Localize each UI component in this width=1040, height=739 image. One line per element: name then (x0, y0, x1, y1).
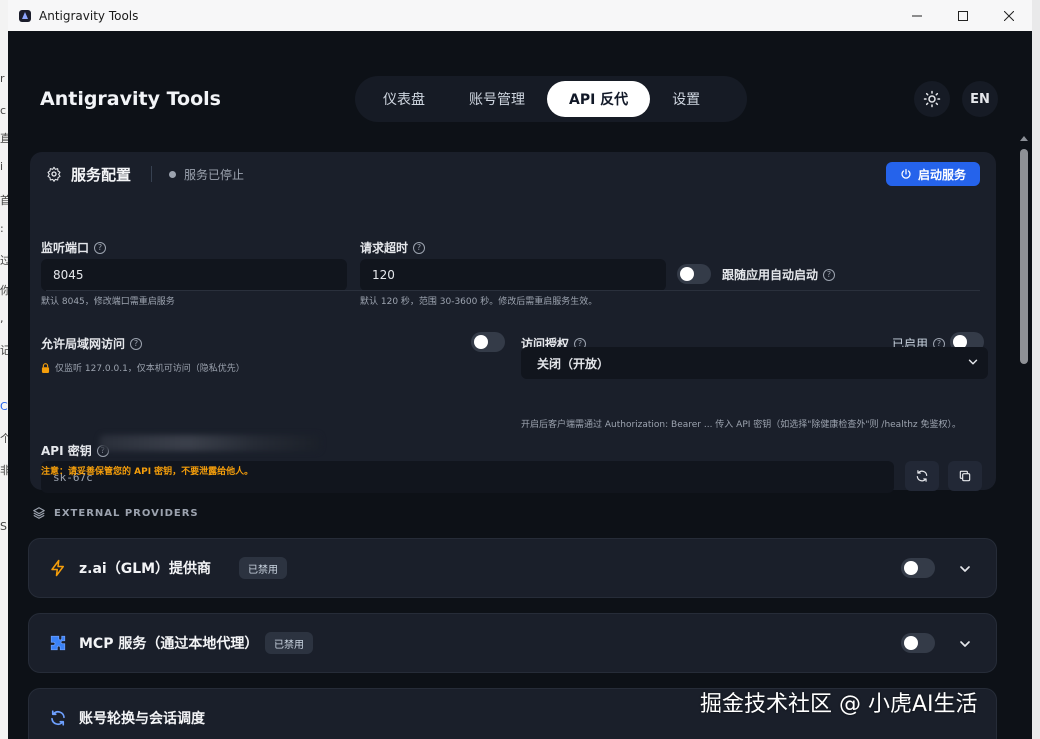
refresh-icon (51, 710, 65, 726)
service-status: 服务已停止 (184, 168, 245, 182)
port-label-text: 监听端口 (41, 241, 90, 255)
port-hint: 默认 8045，修改端口需重启服务 (41, 297, 175, 307)
provider-title: 账号轮换与会话调度 (79, 711, 205, 727)
close-button[interactable] (986, 0, 1032, 31)
app-root: Antigravity Tools 仪表盘 账号管理 API 反代 设置 EN … (8, 31, 1032, 739)
provider-title: MCP 服务（通过本地代理） (79, 636, 259, 652)
status-badge: 已禁用 (239, 557, 287, 579)
providers-section-label: EXTERNAL PROVIDERS (32, 506, 199, 520)
lock-icon (41, 362, 50, 373)
help-icon[interactable]: ? (413, 241, 426, 254)
app-logo-icon (19, 9, 31, 22)
lightning-icon (51, 559, 64, 577)
provider-title: z.ai（GLM）提供商 (79, 561, 212, 577)
theme-toggle-button[interactable] (914, 81, 950, 117)
api-key-label-text: API 密钥 (41, 444, 92, 458)
status-badge: 已禁用 (265, 632, 313, 654)
chevron-down-icon[interactable] (957, 561, 973, 577)
divider (46, 290, 980, 291)
provider-toggle[interactable] (901, 633, 935, 653)
regenerate-key-button[interactable] (905, 461, 939, 491)
autostart-label-text: 跟随应用自动启动 (722, 268, 819, 282)
provider-mcp[interactable]: MCP 服务（通过本地代理） 已禁用 (28, 613, 997, 673)
scroll-thumb[interactable] (1020, 149, 1028, 364)
chevron-down-icon[interactable] (957, 636, 973, 652)
tab-accounts[interactable]: 账号管理 (447, 81, 547, 117)
tab-dashboard[interactable]: 仪表盘 (361, 81, 447, 117)
autostart-label: 跟随应用自动启动 ? (722, 266, 836, 283)
copy-icon (959, 470, 971, 482)
service-config-title: 服务配置 (71, 166, 132, 184)
scroll-up-arrow-icon[interactable] (1020, 136, 1028, 141)
status-dot (169, 171, 176, 178)
tab-settings[interactable]: 设置 (650, 81, 722, 117)
timeout-input[interactable]: 120 (360, 259, 666, 291)
minimize-icon (912, 15, 922, 16)
maximize-icon (958, 10, 968, 21)
api-key-warning: 注意：请妥善保管您的 API 密钥，不要泄露给他人。 (41, 467, 254, 477)
lan-access-toggle[interactable] (471, 332, 505, 352)
scrollbar[interactable] (1016, 134, 1032, 739)
start-service-label: 启动服务 (917, 167, 966, 182)
background-window-edge: rc直 i首: 过你, 记C个 非S (0, 0, 8, 739)
brand-title: Antigravity Tools (40, 88, 221, 110)
port-input[interactable]: 8045 (41, 259, 347, 291)
close-icon (1004, 10, 1014, 21)
gear-icon (47, 166, 61, 182)
lan-hint: 仅监听 127.0.0.1，仅本机可访问（隐私优先） (55, 364, 245, 374)
maximize-button[interactable] (940, 0, 986, 31)
auth-mode-select[interactable]: 关闭（开放） (521, 347, 988, 379)
window-title: Antigravity Tools (39, 8, 139, 23)
language-button[interactable]: EN (962, 81, 998, 117)
timeout-hint: 默认 120 秒，范围 30-3600 秒。修改后需重启服务生效。 (360, 297, 598, 307)
help-icon[interactable]: ? (130, 337, 143, 350)
timeout-label-text: 请求超时 (360, 241, 409, 255)
layers-icon (33, 507, 45, 519)
redacted-key-blur (100, 435, 320, 451)
service-config-card: 服务配置 服务已停止 启动服务 监听端口 ? 8045 默认 8045，修改端口… (30, 152, 996, 493)
watermark: 掘金技术社区 @ 小虎AI生活 (700, 692, 978, 717)
sun-icon (923, 90, 941, 108)
tab-api-proxy[interactable]: API 反代 (547, 81, 651, 117)
divider (151, 166, 152, 182)
main-nav: 仪表盘 账号管理 API 反代 设置 (355, 76, 747, 122)
timeout-label: 请求超时 ? (360, 239, 426, 256)
power-icon (901, 168, 911, 179)
lan-hint-row: 仅监听 127.0.0.1，仅本机可访问（隐私优先） (41, 361, 245, 374)
puzzle-icon (50, 635, 66, 651)
chevron-down-icon (968, 359, 978, 365)
copy-key-button[interactable] (948, 461, 982, 491)
api-key-label: API 密钥 ? (41, 442, 109, 459)
lan-access-label-text: 允许局域网访问 (41, 337, 126, 351)
port-label: 监听端口 ? (41, 239, 107, 256)
window-titlebar[interactable]: Antigravity Tools (8, 0, 1032, 31)
refresh-icon (916, 470, 928, 482)
start-service-button[interactable]: 启动服务 (886, 162, 980, 186)
minimize-button[interactable] (894, 0, 940, 31)
autostart-toggle[interactable] (677, 264, 711, 284)
auth-mode-value: 关闭（开放） (537, 356, 610, 371)
auth-hint: 开启后客户端需通过 Authorization: Bearer ... 传入 A… (521, 420, 962, 430)
provider-zai[interactable]: z.ai（GLM）提供商 已禁用 (28, 538, 997, 598)
providers-section-text: EXTERNAL PROVIDERS (54, 507, 199, 519)
help-icon[interactable]: ? (823, 268, 836, 281)
provider-toggle[interactable] (901, 558, 935, 578)
help-icon[interactable]: ? (94, 241, 107, 254)
lan-access-label: 允许局域网访问 ? (41, 335, 143, 352)
